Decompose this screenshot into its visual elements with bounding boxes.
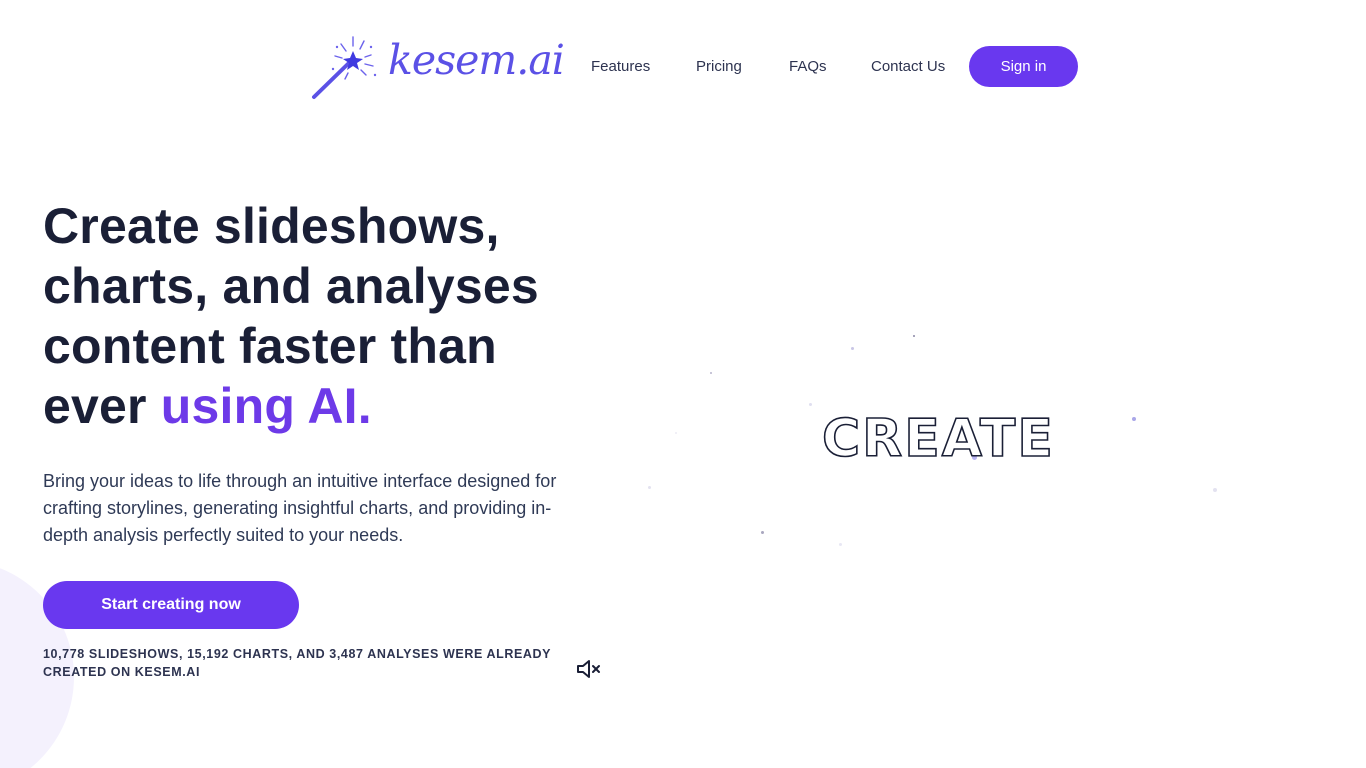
particle [710, 372, 712, 374]
sign-in-button[interactable]: Sign in [969, 46, 1078, 87]
usage-stats: 10,778 slideshows, 15,192 charts, and 3,… [43, 647, 551, 679]
logo-text: kesem.ai [388, 36, 565, 84]
particle [851, 347, 854, 350]
create-word: CREATE [821, 408, 1055, 470]
particle [648, 486, 651, 489]
nav-link-contact-us[interactable]: Contact Us [871, 46, 945, 87]
particle [675, 432, 677, 434]
site-header: kesem.ai Features Pricing FAQs Contact U… [0, 0, 1366, 134]
hero-subtitle: Bring your ideas to life through an intu… [43, 471, 557, 545]
particle [913, 335, 915, 337]
particle [1213, 488, 1217, 492]
particle [761, 531, 764, 534]
nav-link-features[interactable]: Features [591, 46, 650, 87]
hero-title-accent: using AI. [160, 378, 372, 434]
speaker-muted-icon[interactable] [576, 659, 602, 679]
landing-page: kesem.ai Features Pricing FAQs Contact U… [0, 0, 1366, 768]
start-creating-button[interactable]: Start creating now [43, 581, 299, 629]
nav-link-faqs[interactable]: FAQs [789, 46, 827, 87]
particle [839, 543, 842, 546]
particle [1132, 417, 1136, 421]
hero-title: Create slideshows, charts, and analyses … [43, 196, 603, 436]
particle [809, 403, 812, 406]
nav-link-pricing[interactable]: Pricing [696, 46, 742, 87]
